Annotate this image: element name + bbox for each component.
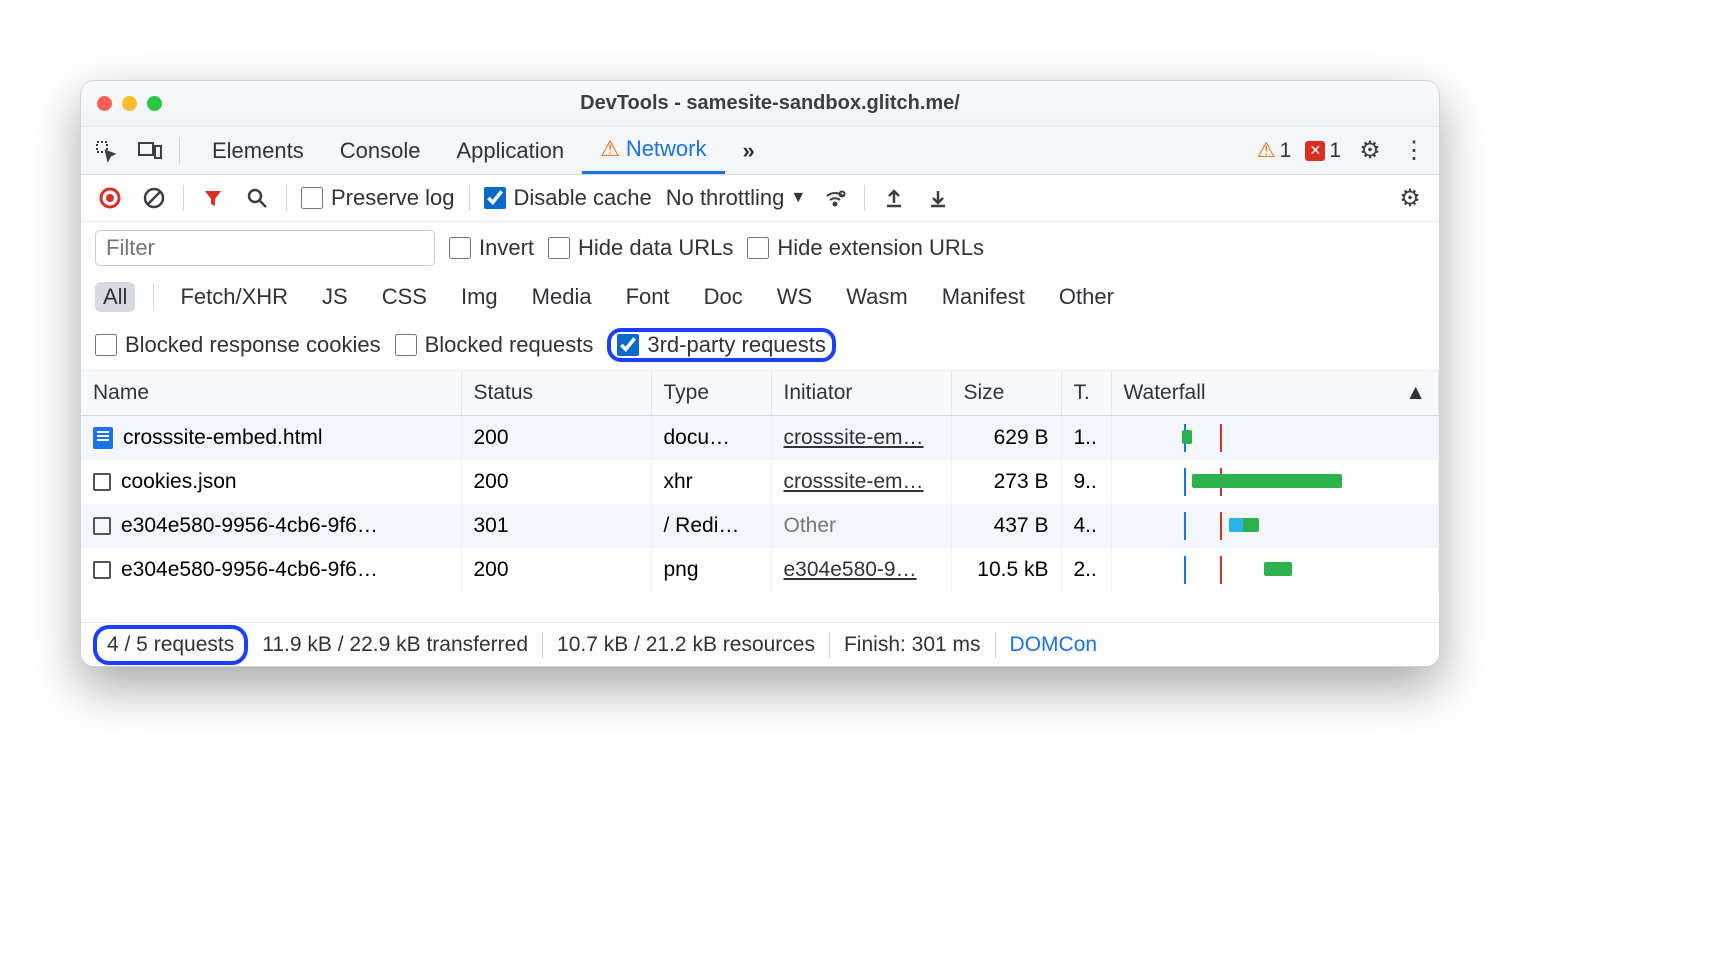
type-chip-ws[interactable]: WS: [769, 282, 820, 312]
type-chip-doc[interactable]: Doc: [696, 282, 751, 312]
wifi-icon[interactable]: [820, 183, 850, 213]
settings-icon[interactable]: ⚙: [1355, 136, 1385, 166]
network-settings-icon[interactable]: ⚙: [1395, 183, 1425, 213]
type-chip-js[interactable]: JS: [314, 282, 356, 312]
table-header-row: Name Status Type Initiator Size T. Water…: [81, 371, 1439, 416]
waterfall-bar: [1124, 512, 1427, 540]
document-icon: [93, 427, 113, 449]
tab-network[interactable]: ⚠ Network: [582, 127, 724, 174]
status-finish: Finish: 301 ms: [830, 633, 995, 657]
type-chip-font[interactable]: Font: [618, 282, 678, 312]
initiator-link[interactable]: crosssite-em…: [784, 470, 924, 493]
zoom-window-button[interactable]: [147, 96, 162, 111]
col-initiator[interactable]: Initiator: [771, 371, 951, 416]
titlebar: DevTools - samesite-sandbox.glitch.me/: [81, 81, 1439, 127]
window-title: DevTools - samesite-sandbox.glitch.me/: [162, 92, 1423, 115]
error-icon: ✕: [1305, 141, 1325, 161]
status-domcontent: DOMCon: [996, 633, 1112, 657]
status-transferred: 11.9 kB / 22.9 kB transferred: [248, 633, 542, 657]
clear-button[interactable]: [139, 183, 169, 213]
outline-icon: [93, 473, 111, 491]
outline-icon: [93, 561, 111, 579]
more-tabs-button[interactable]: »: [725, 127, 773, 174]
window-controls: [97, 96, 162, 111]
type-chip-wasm[interactable]: Wasm: [838, 282, 916, 312]
table-row[interactable]: cookies.json200xhrcrosssite-em…273 B9..: [81, 460, 1439, 504]
hide-extension-urls-checkbox[interactable]: Hide extension URLs: [747, 235, 984, 261]
warnings-count[interactable]: ⚠ 1: [1257, 138, 1292, 163]
filter-input[interactable]: [95, 230, 435, 266]
more-menu-icon[interactable]: ⋮: [1399, 136, 1429, 166]
record-button[interactable]: [95, 183, 125, 213]
type-chip-manifest[interactable]: Manifest: [934, 282, 1033, 312]
tab-elements[interactable]: Elements: [194, 127, 322, 174]
preserve-log-checkbox[interactable]: Preserve log: [301, 185, 455, 211]
blocked-requests-checkbox[interactable]: Blocked requests: [395, 332, 594, 358]
table-row[interactable]: crosssite-embed.html200docu…crosssite-em…: [81, 416, 1439, 461]
type-chip-img[interactable]: Img: [453, 282, 506, 312]
waterfall-bar: [1124, 468, 1427, 496]
col-waterfall[interactable]: Waterfall▲: [1111, 371, 1439, 416]
warning-icon: ⚠: [600, 136, 620, 162]
col-time[interactable]: T.: [1061, 371, 1111, 416]
waterfall-bar: [1124, 556, 1427, 584]
throttling-select[interactable]: No throttling ▼: [666, 185, 806, 211]
errors-count[interactable]: ✕ 1: [1305, 139, 1341, 163]
disable-cache-checkbox[interactable]: Disable cache: [484, 185, 652, 211]
close-window-button[interactable]: [97, 96, 112, 111]
type-chip-media[interactable]: Media: [524, 282, 600, 312]
request-name: e304e580-9956-4cb6-9f6…: [121, 514, 378, 538]
panel-tabs: Elements Console Application ⚠ Network »…: [81, 127, 1439, 175]
upload-har-icon[interactable]: [879, 183, 909, 213]
chevron-down-icon: ▼: [790, 189, 806, 207]
third-party-checkbox[interactable]: 3rd-party requests: [617, 332, 826, 358]
annotation-ring-requests: 4 / 5 requests: [93, 625, 248, 665]
device-toolbar-icon[interactable]: [135, 136, 165, 166]
request-name: crosssite-embed.html: [123, 426, 323, 450]
sort-asc-icon: ▲: [1405, 381, 1426, 405]
type-chip-fetchxhr[interactable]: Fetch/XHR: [172, 282, 296, 312]
blocked-cookies-checkbox[interactable]: Blocked response cookies: [95, 332, 381, 358]
status-requests: 4 / 5 requests: [107, 633, 234, 657]
filter-bar: Invert Hide data URLs Hide extension URL…: [81, 222, 1439, 274]
request-name: e304e580-9956-4cb6-9f6…: [121, 558, 378, 582]
devtools-window: DevTools - samesite-sandbox.glitch.me/ E…: [80, 80, 1440, 667]
col-status[interactable]: Status: [461, 371, 651, 416]
status-bar: 4 / 5 requests 11.9 kB / 22.9 kB transfe…: [81, 622, 1439, 666]
col-name[interactable]: Name: [81, 371, 461, 416]
search-icon[interactable]: [242, 183, 272, 213]
tab-application[interactable]: Application: [438, 127, 582, 174]
table-row[interactable]: e304e580-9956-4cb6-9f6…200pnge304e580-9……: [81, 548, 1439, 592]
requests-table: Name Status Type Initiator Size T. Water…: [81, 371, 1439, 592]
warning-icon: ⚠: [1257, 138, 1276, 163]
tab-console[interactable]: Console: [322, 127, 439, 174]
initiator-link[interactable]: crosssite-em…: [784, 426, 924, 449]
annotation-ring-3rdparty: 3rd-party requests: [607, 328, 836, 362]
download-har-icon[interactable]: [923, 183, 953, 213]
minimize-window-button[interactable]: [122, 96, 137, 111]
type-chip-other[interactable]: Other: [1051, 282, 1122, 312]
table-row[interactable]: e304e580-9956-4cb6-9f6…301/ Redi…Other43…: [81, 504, 1439, 548]
type-chip-all[interactable]: All: [95, 282, 135, 312]
divider: [183, 185, 184, 211]
hide-data-urls-checkbox[interactable]: Hide data URLs: [548, 235, 733, 261]
outline-icon: [93, 517, 111, 535]
type-filter-bar: All Fetch/XHR JS CSS Img Media Font Doc …: [81, 274, 1439, 320]
invert-checkbox[interactable]: Invert: [449, 235, 534, 261]
filter-toggle-icon[interactable]: [198, 183, 228, 213]
waterfall-bar: [1124, 424, 1427, 452]
type-chip-css[interactable]: CSS: [374, 282, 435, 312]
divider: [179, 138, 180, 164]
status-resources: 10.7 kB / 21.2 kB resources: [543, 633, 829, 657]
col-size[interactable]: Size: [951, 371, 1061, 416]
initiator-link[interactable]: e304e580-9…: [784, 558, 917, 581]
col-type[interactable]: Type: [651, 371, 771, 416]
request-name: cookies.json: [121, 470, 237, 494]
network-toolbar: Preserve log Disable cache No throttling…: [81, 175, 1439, 222]
extra-filters-bar: Blocked response cookies Blocked request…: [81, 320, 1439, 371]
inspect-element-icon[interactable]: [91, 136, 121, 166]
